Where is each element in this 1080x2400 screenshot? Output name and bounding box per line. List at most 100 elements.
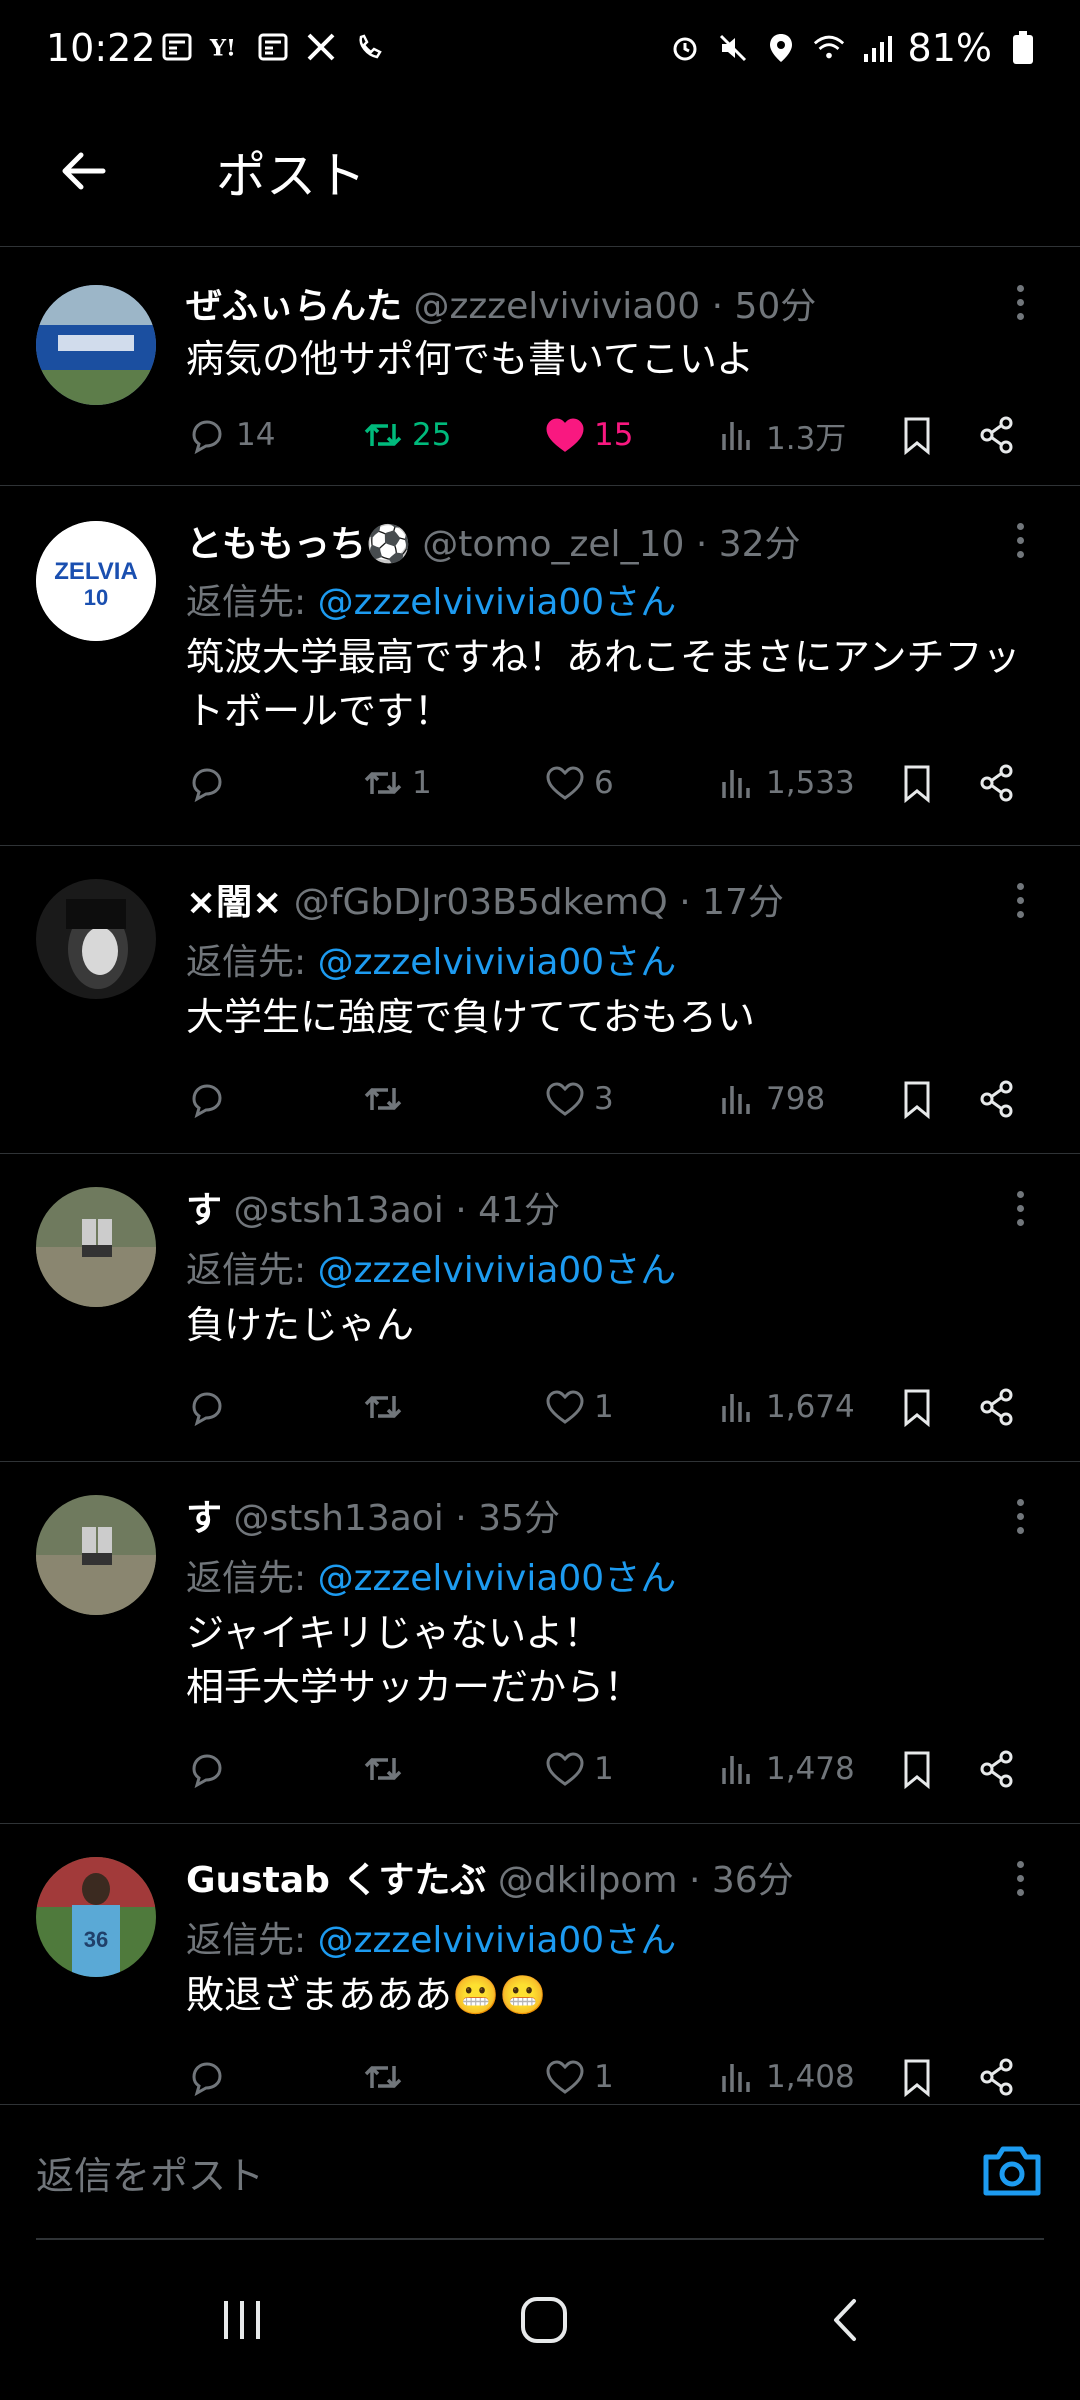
user-handle[interactable]: @stsh13aoi (233, 1190, 443, 1231)
views-icon (722, 1394, 750, 1422)
like-button[interactable]: 1 (544, 1743, 614, 1795)
user-handle[interactable]: @stsh13aoi (233, 1498, 443, 1539)
post-item[interactable]: す @stsh13aoi · 41分 返信先: @zzzelvivivia00さ… (0, 1153, 1080, 1462)
views-button[interactable]: 1.3万 (716, 409, 846, 461)
reply-button[interactable] (186, 1743, 236, 1795)
news-icon (160, 30, 194, 64)
views-button[interactable]: 1,533 (716, 757, 855, 809)
back-button[interactable] (50, 136, 120, 206)
repost-button[interactable]: 1 (362, 757, 432, 809)
home-button[interactable] (494, 2280, 594, 2360)
like-icon (546, 1082, 584, 1116)
display-name[interactable]: ぜふぃらんた (186, 286, 402, 327)
share-button[interactable] (976, 1381, 1018, 1433)
reply-button[interactable]: 14 (186, 409, 275, 461)
repost-button[interactable] (362, 2051, 412, 2103)
repost-icon (364, 772, 402, 794)
share-button[interactable] (976, 409, 1018, 461)
post-time: · 50分 (711, 286, 817, 327)
share-icon (980, 1388, 1013, 1426)
display-name[interactable]: とももっち⚽ (186, 524, 411, 565)
recents-icon (224, 2301, 260, 2339)
share-icon (980, 416, 1013, 454)
more-icon[interactable] (1000, 1491, 1040, 1541)
repost-icon (364, 2066, 402, 2088)
post-actions: 1 6 1,533 (186, 757, 1054, 809)
view-count: 1,478 (766, 1751, 855, 1787)
post-item[interactable]: す @stsh13aoi · 35分 返信先: @zzzelvivivia00さ… (0, 1461, 1080, 1824)
avatar[interactable]: 36 (36, 1857, 156, 1977)
reply-button[interactable] (186, 1381, 236, 1433)
more-icon[interactable] (1000, 277, 1040, 327)
views-button[interactable]: 1,674 (716, 1381, 855, 1433)
display-name[interactable]: ×闇× (186, 882, 282, 923)
reply-to-mention[interactable]: @zzzelvivivia00さん (318, 1920, 677, 1961)
reply-button[interactable] (186, 1073, 236, 1125)
bookmark-button[interactable] (896, 1073, 938, 1125)
reply-input[interactable]: 返信をポスト (36, 2145, 264, 2200)
like-icon (546, 2060, 584, 2094)
nav-back-button[interactable] (796, 2280, 896, 2360)
avatar[interactable] (36, 1495, 156, 1615)
reply-to-mention[interactable]: @zzzelvivivia00さん (318, 582, 677, 623)
bookmark-button[interactable] (896, 757, 938, 809)
post-item[interactable]: ZELVIA 10 とももっち⚽ @tomo_zel_10 · 32分 返信先: … (0, 485, 1080, 846)
post-time: · 36分 (688, 1860, 794, 1901)
repost-button[interactable] (362, 1381, 412, 1433)
avatar[interactable] (36, 1187, 156, 1307)
user-handle[interactable]: @zzzelvivivia00 (413, 286, 700, 327)
yahoo-icon: Y! (208, 30, 242, 64)
avatar[interactable]: ZELVIA 10 (36, 521, 156, 641)
like-count: 1 (594, 2059, 614, 2095)
bookmark-button[interactable] (896, 409, 938, 461)
reply-button[interactable] (186, 2051, 236, 2103)
reply-to-mention[interactable]: @zzzelvivivia00さん (318, 1250, 677, 1291)
user-handle[interactable]: @dkilpom (498, 1860, 678, 1901)
display-name[interactable]: す (186, 1190, 222, 1231)
display-name[interactable]: Gustab くすたぶ (186, 1860, 486, 1901)
user-handle[interactable]: @fGbDJr03B5dkemQ (294, 882, 668, 923)
avatar[interactable] (36, 879, 156, 999)
more-icon[interactable] (1000, 1853, 1040, 1903)
bookmark-button[interactable] (896, 2051, 938, 2103)
camera-button[interactable] (980, 2141, 1044, 2201)
more-icon[interactable] (1000, 1183, 1040, 1233)
post-item[interactable]: 36 Gustab くすたぶ @dkilpom · 36分 返信先: @zzze… (0, 1823, 1080, 2104)
bookmark-button[interactable] (896, 1743, 938, 1795)
more-icon[interactable] (1000, 875, 1040, 925)
views-button[interactable]: 798 (716, 1073, 825, 1125)
share-button[interactable] (976, 757, 1018, 809)
like-button[interactable]: 1 (544, 1381, 614, 1433)
post-item[interactable]: ×闇× @fGbDJr03B5dkemQ · 17分 返信先: @zzzelvi… (0, 845, 1080, 1154)
post-item[interactable]: ぜふぃらんた @zzzelvivivia00 · 50分 病気の他サポ何でも書い… (0, 247, 1080, 486)
more-icon[interactable] (1000, 515, 1040, 565)
reply-button[interactable] (186, 757, 236, 809)
like-button[interactable]: 3 (544, 1073, 614, 1125)
alarm-icon (668, 31, 702, 65)
reply-to-mention[interactable]: @zzzelvivivia00さん (318, 1558, 677, 1599)
camera-icon (983, 2146, 1041, 2196)
avatar[interactable] (36, 285, 156, 405)
recents-button[interactable] (192, 2280, 292, 2360)
display-name[interactable]: す (186, 1498, 222, 1539)
like-button[interactable]: 6 (544, 757, 614, 809)
repost-icon (364, 1088, 402, 1110)
post-text: 筑波大学最高ですね！あれこそまさにアンチフッ トボールです！ (186, 635, 1021, 733)
reply-to-mention[interactable]: @zzzelvivivia00さん (318, 942, 677, 983)
share-icon (980, 2058, 1013, 2096)
share-button[interactable] (976, 1743, 1018, 1795)
repost-button[interactable] (362, 1743, 412, 1795)
bookmark-button[interactable] (896, 1381, 938, 1433)
views-button[interactable]: 1,478 (716, 1743, 855, 1795)
views-button[interactable]: 1,408 (716, 2051, 855, 2103)
repost-button[interactable] (362, 1073, 412, 1125)
like-button[interactable]: 1 (544, 2051, 614, 2103)
share-button[interactable] (976, 1073, 1018, 1125)
svg-text:Y!: Y! (209, 36, 236, 62)
view-count: 1,674 (766, 1389, 855, 1425)
user-handle[interactable]: @tomo_zel_10 (422, 524, 684, 565)
like-button[interactable]: 15 (544, 409, 633, 461)
reply-icon (192, 2062, 222, 2097)
share-button[interactable] (976, 2051, 1018, 2103)
repost-button[interactable]: 25 (362, 409, 451, 461)
